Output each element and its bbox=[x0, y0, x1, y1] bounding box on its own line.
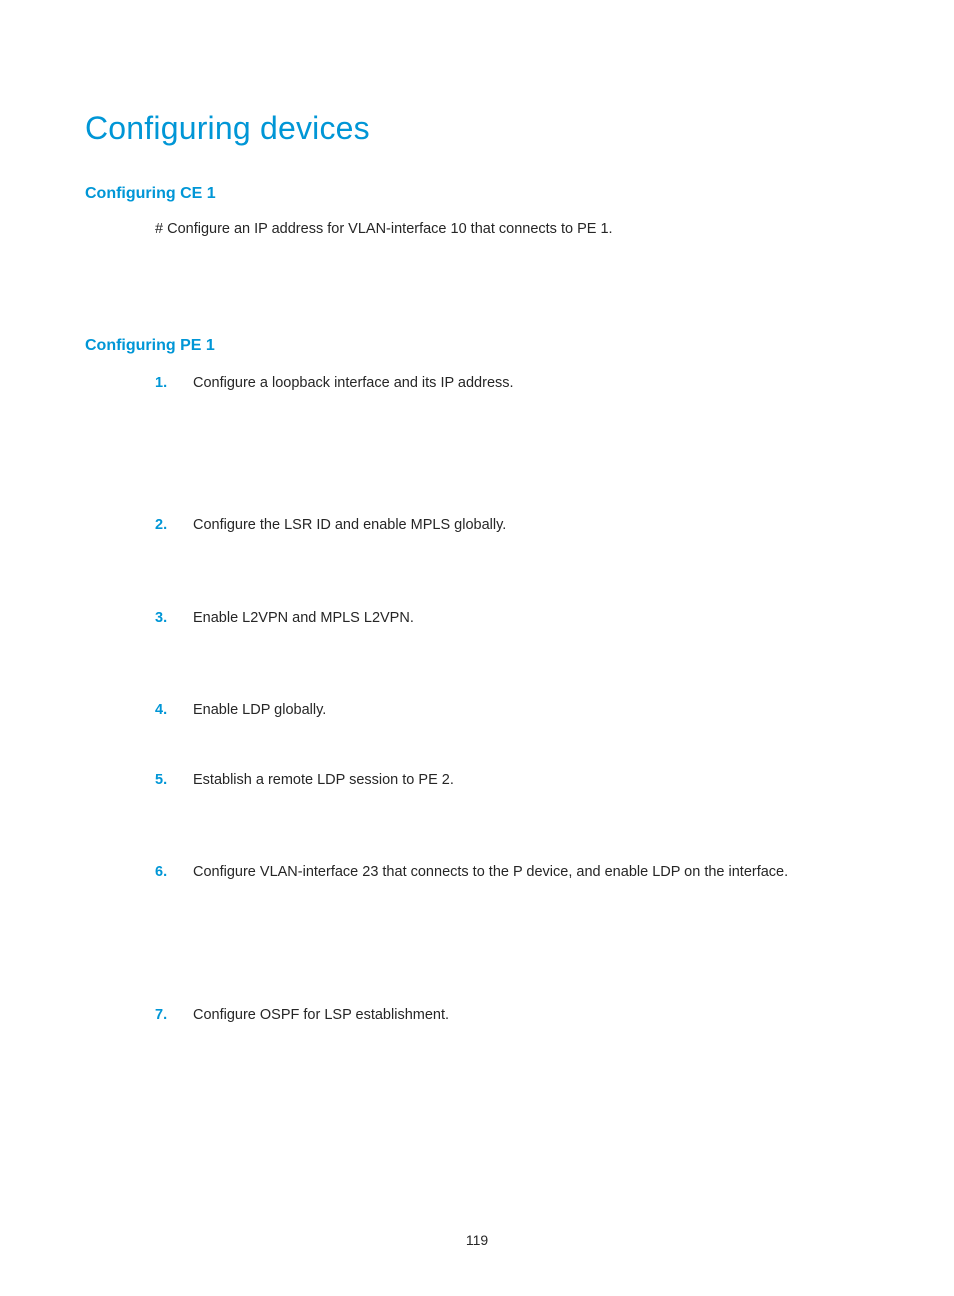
list-number: 3. bbox=[155, 610, 193, 626]
list-text: Establish a remote LDP session to PE 2. bbox=[193, 770, 454, 790]
list-item: 4. Enable LDP globally. bbox=[155, 700, 869, 720]
comment-line: # Configure an IP address for VLAN-inter… bbox=[155, 221, 869, 237]
list-number: 2. bbox=[155, 517, 193, 533]
list-number: 4. bbox=[155, 702, 193, 718]
page-number: 119 bbox=[0, 1232, 954, 1248]
section-heading-ce1: Configuring CE 1 bbox=[85, 185, 869, 203]
section-ce1: Configuring CE 1 # Configure an IP addre… bbox=[85, 185, 869, 237]
section-heading-pe1: Configuring PE 1 bbox=[85, 337, 869, 355]
list-text: Configure OSPF for LSP establishment. bbox=[193, 1005, 449, 1025]
list-item: 2. Configure the LSR ID and enable MPLS … bbox=[155, 515, 869, 535]
section-pe1: Configuring PE 1 1. Configure a loopback… bbox=[85, 337, 869, 1025]
list-item: 6. Configure VLAN-interface 23 that conn… bbox=[155, 862, 869, 882]
list-text: Configure a loopback interface and its I… bbox=[193, 373, 514, 393]
list-text: Configure VLAN-interface 23 that connect… bbox=[193, 862, 788, 882]
list-item: 3. Enable L2VPN and MPLS L2VPN. bbox=[155, 608, 869, 628]
page-title: Configuring devices bbox=[85, 110, 869, 147]
list-text: Enable LDP globally. bbox=[193, 700, 326, 720]
list-number: 1. bbox=[155, 375, 193, 391]
list-text: Enable L2VPN and MPLS L2VPN. bbox=[193, 608, 414, 628]
list-number: 7. bbox=[155, 1007, 193, 1023]
list-item: 7. Configure OSPF for LSP establishment. bbox=[155, 1005, 869, 1025]
list-item: 5. Establish a remote LDP session to PE … bbox=[155, 770, 869, 790]
list-number: 5. bbox=[155, 772, 193, 788]
list-item: 1. Configure a loopback interface and it… bbox=[155, 373, 869, 393]
list-number: 6. bbox=[155, 864, 193, 880]
list-text: Configure the LSR ID and enable MPLS glo… bbox=[193, 515, 506, 535]
